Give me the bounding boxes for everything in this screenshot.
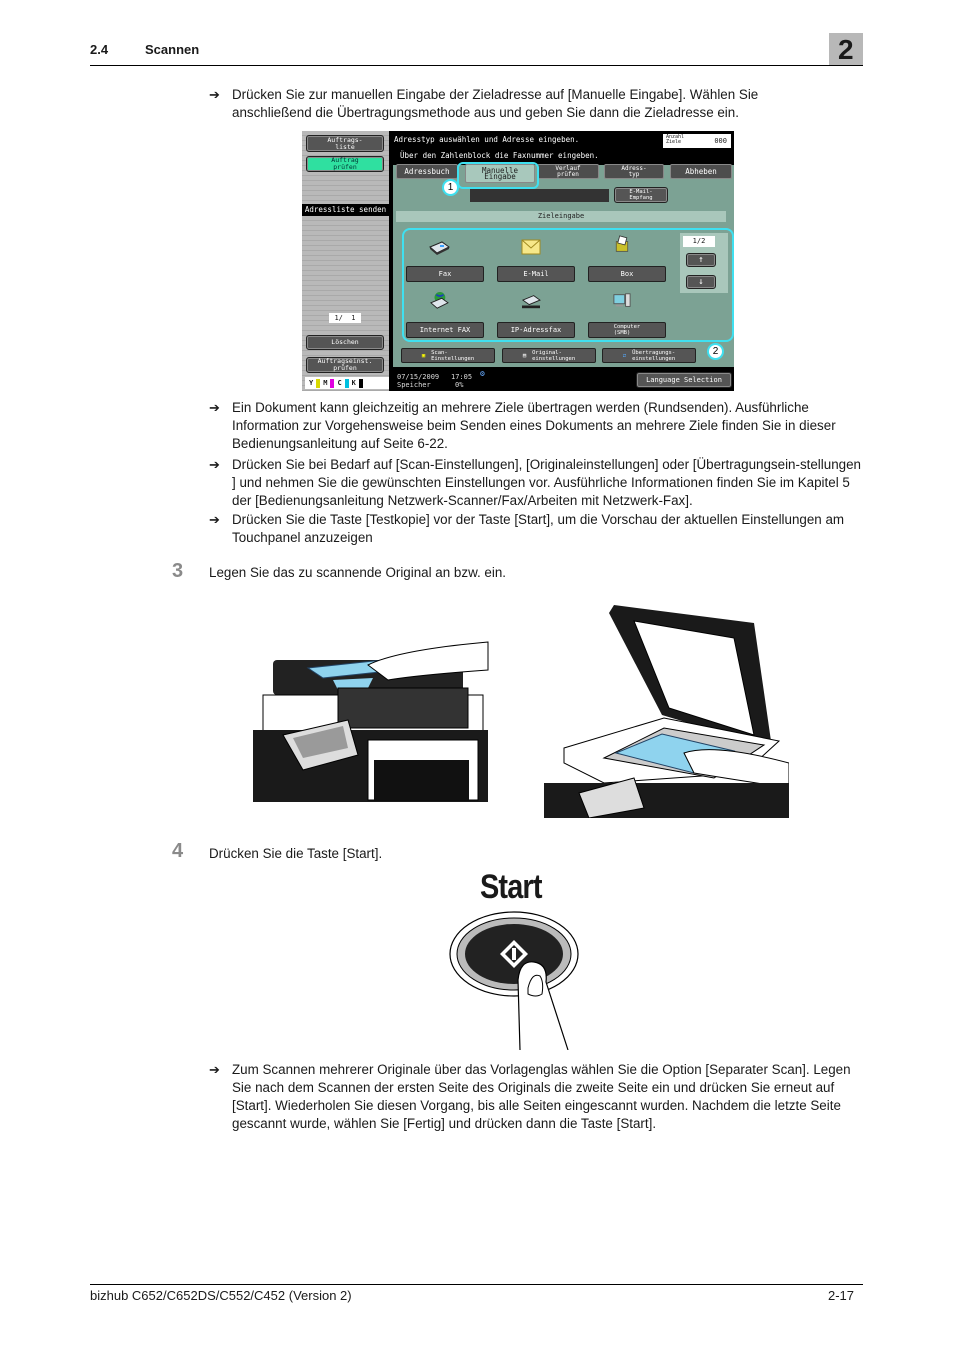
arrow-bullet-icon: ➔ [209,87,220,102]
hand-icon [683,749,789,789]
step-number: 4 [172,840,184,862]
tab-off-hook[interactable]: Abheben [670,164,732,179]
footer-rule [90,1284,863,1285]
start-key-illustration[interactable] [448,910,583,1050]
left-panel: Auftrags- liste Auftrag prüfen Adresslis… [302,131,389,391]
broadcast-bullet-text: Ein Dokument kann gleichzeitig an mehrer… [232,400,836,451]
toner-y-swatch [316,378,321,388]
check-job-button[interactable]: Auftrag prüfen [306,156,384,172]
message-line-2: Über den Zahlenblock die Faxnummer einge… [400,151,599,160]
check-job-settings-button[interactable]: Auftragseinst. prüfen [306,357,384,373]
arrow-bullet-icon: ➔ [209,400,220,415]
toner-y-label: Y [309,379,314,387]
original-settings-icon: ▤ [522,352,527,359]
toner-k-swatch [358,378,363,388]
arrow-bullet-icon: ➔ [209,457,220,472]
box-button[interactable]: Box [588,266,666,282]
intro-bullet-text: Drücken Sie zur manuellen Eingabe der Zi… [232,87,759,120]
ip-fax-icon [521,295,541,309]
testcopy-bullet-text: Drücken Sie die Taste [Testkopie] vor de… [232,512,845,545]
section-number: 2.4 [90,42,109,57]
toner-indicator: Y M C K [305,377,389,389]
callout-2: 2 [707,343,724,360]
chapter-number: 2 [838,34,854,65]
start-key-label: Start [480,868,542,906]
tab-address-type[interactable]: Adress- typ [604,164,664,179]
section-title: Scannen [145,42,200,57]
tab-check-history[interactable]: Verlauf prüfen [537,164,599,179]
envelope-icon [521,239,541,255]
scan-settings-icon: ▣ [421,352,426,359]
email-receive-button[interactable]: E-Mail- Empfang [614,187,668,203]
delete-button[interactable]: Löschen [306,335,384,350]
scan-settings-label: Scan- Einstellungen [431,349,475,362]
manual-input-highlight [457,162,539,189]
arrow-up-icon[interactable]: ↑ [686,253,716,267]
toner-c-label: C [337,379,342,387]
original-settings-label: Original- einstellungen [532,349,576,362]
status-date: 07/15/2009 [397,373,440,381]
internet-fax-icon [430,292,449,309]
toner-k-label: K [351,379,356,387]
computer-icon [613,293,631,307]
arrow-down-icon[interactable]: ↓ [686,275,716,289]
scan-settings-button[interactable]: ▣ Scan- Einstellungen [401,348,495,363]
status-time: 17:05 [451,373,473,381]
fax-icon [429,241,450,255]
arrow-bullet-icon: ➔ [209,1062,220,1077]
destination-pager: 1/2 ↑ ↓ [680,233,728,293]
touch-panel-screenshot: Auftrags- liste Auftrag prüfen Adresslis… [302,131,734,391]
step-text: Drücken Sie die Taste [Start]. [209,846,383,861]
toner-m-label: M [323,379,328,387]
ip-fax-button[interactable]: IP-Adressfax [497,322,575,338]
computer-smb-button[interactable]: Computer (SMB) [588,322,666,338]
original-settings-button[interactable]: ▤ Original- einstellungen [502,348,596,363]
language-selection-button[interactable]: Language Selection [636,372,732,388]
step-number: 3 [172,560,184,582]
status-bar: 07/15/2009 17:05 ⚙ Speicher 0% Language … [393,369,734,391]
destination-count-value: 000 [714,137,727,145]
message-line-1: Adresstyp auswählen und Adresse eingeben… [394,135,580,144]
pager-label: 1/2 [683,236,715,247]
tab-address-book[interactable]: Adressbuch [396,164,458,179]
transmission-settings-label: Übertragungs- einstellungen [632,349,676,362]
separate-scan-bullet-text: Zum Scannen mehrerer Originale über das … [232,1062,851,1131]
email-button[interactable]: E-Mail [497,266,575,282]
destination-input-header: Zieleingabe [396,211,726,222]
address-input-field[interactable] [470,189,609,202]
memory-value: 0% [455,381,464,389]
transmission-settings-icon: ⇄ [622,352,627,359]
box-icon [615,235,629,252]
step-text: Legen Sie das zu scannende Original an b… [209,565,507,580]
memory-label: Speicher [397,381,431,389]
adf-loading-illustration [253,641,489,802]
job-list-button[interactable]: Auftrags- liste [306,135,384,152]
arrow-bullet-icon: ➔ [209,512,220,527]
internet-fax-button[interactable]: Internet FAX [406,322,484,338]
transmission-settings-button[interactable]: ⇄ Übertragungs- einstellungen [602,348,696,363]
fax-button[interactable]: Fax [406,266,484,282]
page-counter: 1/ 1 [329,313,361,323]
network-status-icon: ⚙ [480,369,485,378]
toner-c-swatch [344,378,349,388]
destination-count-label: Anzahl Ziele [666,134,685,145]
address-list-label: Adressliste senden [302,204,389,216]
footer-product: bizhub C652/C652DS/C552/C452 (Version 2) [90,1288,352,1303]
platen-glass-illustration [544,605,789,818]
destination-count-box: Anzahl Ziele 000 [663,134,731,148]
callout-1: 1 [442,179,459,196]
header-rule [90,65,863,66]
toner-m-swatch [330,378,335,388]
hand-icon [367,641,489,681]
settings-bullet-text: Drücken Sie bei Bedarf auf [Scan-Einstel… [232,457,861,508]
footer-page-number: 2-17 [828,1288,855,1303]
